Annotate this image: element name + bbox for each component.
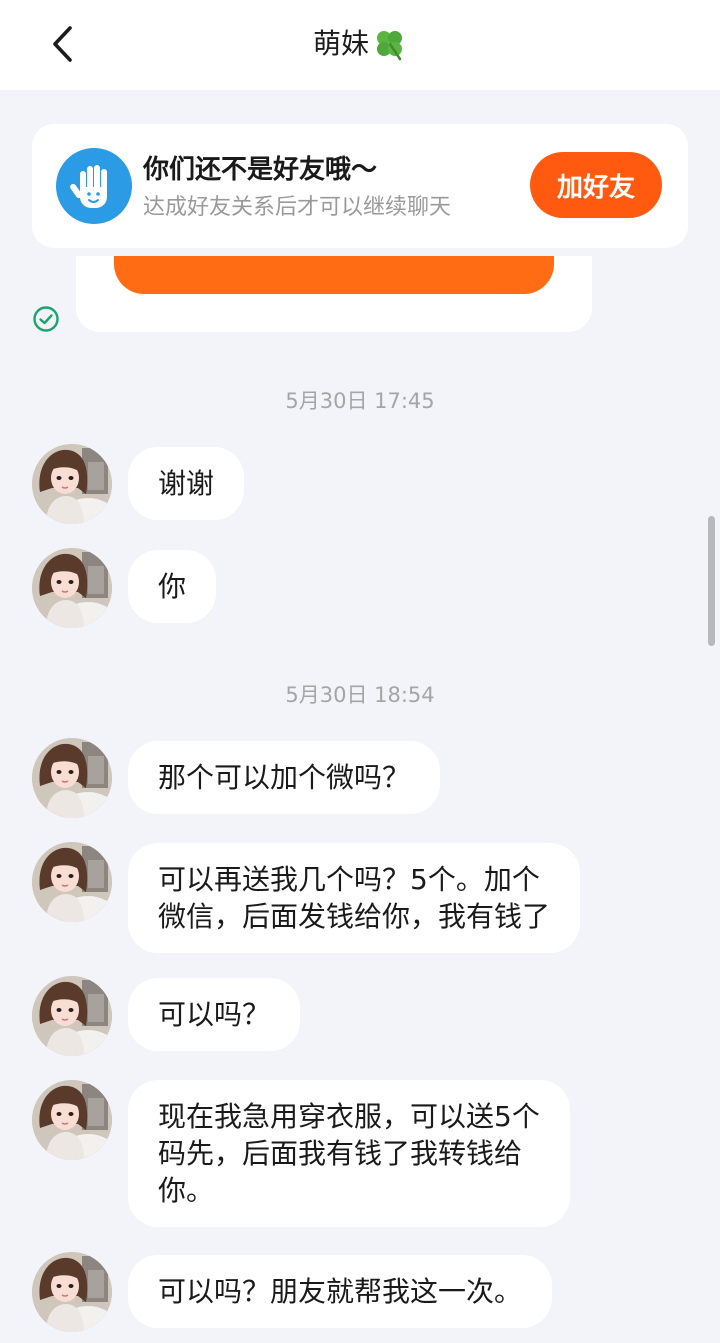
message-bubble[interactable]: 那个可以加个微吗？ bbox=[128, 741, 441, 814]
avatar[interactable] bbox=[32, 842, 112, 922]
sent-card-orange-bar bbox=[114, 256, 554, 294]
avatar[interactable] bbox=[32, 738, 112, 818]
message-bubble[interactable]: 可以再送我几个吗？5个。加个 微信，后面发钱给你，我有钱了 bbox=[128, 843, 581, 953]
banner-subtitle: 达成好友关系后才可以继续聊天 bbox=[143, 195, 452, 220]
avatar[interactable] bbox=[32, 548, 112, 628]
four-leaf-clover-icon bbox=[377, 31, 402, 61]
not-friends-banner: 你们还不是好友哦～ 达成好友关系后才可以继续聊天 加好友 bbox=[32, 124, 688, 248]
avatar[interactable] bbox=[32, 976, 112, 1056]
message-bubble[interactable]: 可以吗？ bbox=[128, 978, 301, 1051]
message-bubble[interactable]: 可以吗？朋友就帮我这一次。 bbox=[128, 1255, 553, 1328]
message-bubble[interactable]: 你 bbox=[128, 550, 217, 623]
message-bubble[interactable]: 现在我急用穿衣服，可以送5个 码先，后面我有钱了我转钱给 你。 bbox=[128, 1080, 570, 1227]
avatar[interactable] bbox=[32, 1080, 112, 1160]
page-title: 萌妹 bbox=[312, 27, 369, 60]
chat-header: 萌妹 bbox=[0, 0, 720, 90]
add-friend-button[interactable]: 加好友 bbox=[530, 152, 662, 218]
avatar[interactable] bbox=[32, 1252, 112, 1332]
timestamp: 5月30日 18:54 bbox=[285, 683, 435, 707]
waving-hand-icon bbox=[56, 148, 132, 224]
check-circle-icon bbox=[33, 306, 59, 332]
avatar[interactable] bbox=[32, 444, 112, 524]
sent-card-partial[interactable] bbox=[76, 256, 592, 332]
scrollbar[interactable] bbox=[708, 516, 715, 646]
page-title-wrap: 萌妹 bbox=[0, 22, 720, 66]
message-bubble[interactable]: 谢谢 bbox=[128, 447, 245, 520]
timestamp: 5月30日 17:45 bbox=[285, 389, 435, 413]
banner-title: 你们还不是好友哦～ bbox=[143, 155, 378, 185]
